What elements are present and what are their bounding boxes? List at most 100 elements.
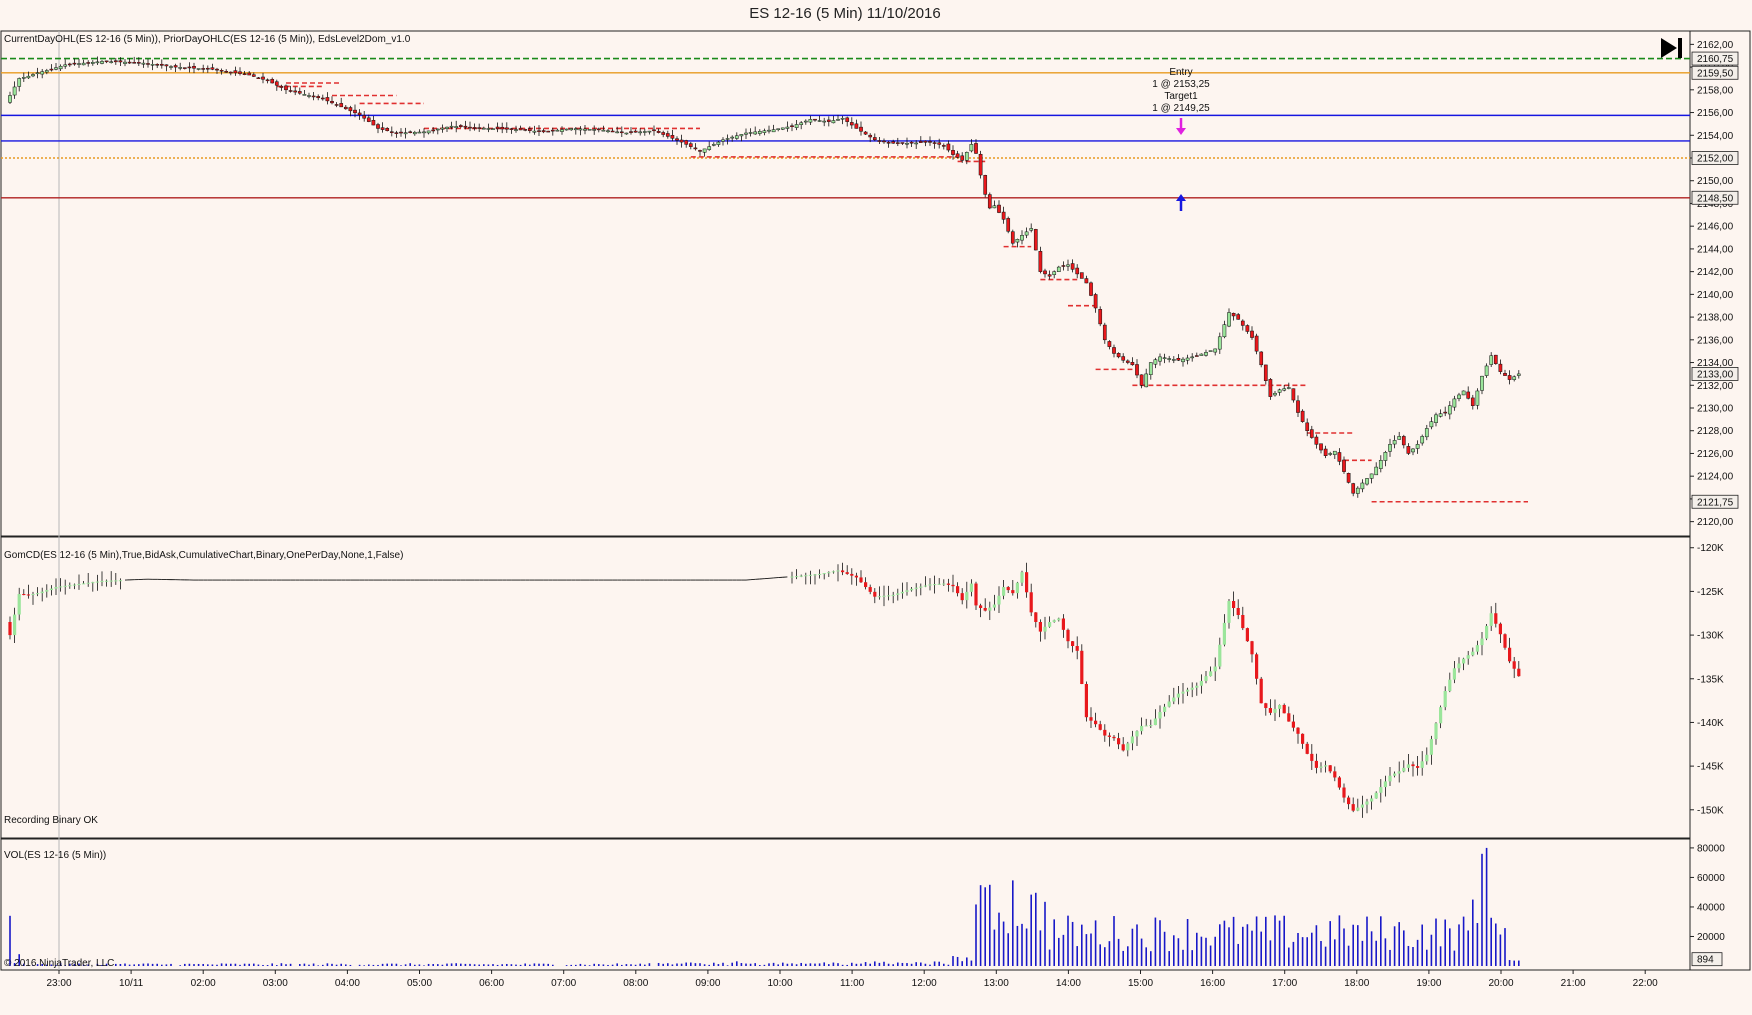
volume-bar <box>128 964 131 966</box>
price-candle-body <box>12 86 17 96</box>
delta-candle-body <box>1089 717 1093 721</box>
volume-bar <box>1113 916 1115 966</box>
volume-bar <box>722 962 724 966</box>
chart-canvas[interactable]: 2162,002160,002158,002156,002154,002152,… <box>0 0 1752 1015</box>
price-candle-body <box>1415 444 1420 449</box>
price-candle-body <box>1365 478 1369 485</box>
volume-bar <box>547 963 549 966</box>
delta-candle-body <box>946 583 950 585</box>
volume-bar <box>1357 925 1359 966</box>
trade-arrows <box>1176 118 1186 211</box>
volume-bar <box>1444 919 1446 966</box>
price-candle-body <box>1056 266 1061 272</box>
volume-bar <box>667 963 669 966</box>
price-candle-body <box>1369 473 1374 479</box>
price-candle-body <box>399 131 403 134</box>
price-candle-body <box>210 67 215 70</box>
price-candle-body <box>1388 444 1392 452</box>
time-tick-label: 10:00 <box>767 978 792 989</box>
volume-bar <box>285 964 287 966</box>
delta-candle-body <box>1153 718 1157 726</box>
price-candle-body <box>711 144 716 146</box>
price-candle-body <box>1378 460 1383 469</box>
price-candle-body <box>803 120 808 123</box>
delta-candle-body <box>1296 727 1300 734</box>
delta-axis: -120K -125K -130K -135K -140K -145K -150K <box>1690 543 1724 816</box>
time-tick-label: 15:00 <box>1128 978 1153 989</box>
volume-bar <box>1476 923 1479 966</box>
volume-bar <box>846 964 848 966</box>
price-candle-body <box>730 136 735 139</box>
volume-bar <box>1495 923 1497 966</box>
volume-bar <box>1453 950 1456 966</box>
price-candle-body <box>63 64 68 67</box>
delta-candle-body <box>1388 775 1392 782</box>
price-candle-body <box>564 128 569 131</box>
volume-bar <box>901 962 904 966</box>
price-tag-label: 2160,75 <box>1697 54 1734 65</box>
price-candle-body <box>1259 351 1264 366</box>
price-candle-body <box>951 150 955 155</box>
price-candle-body <box>647 130 652 133</box>
time-tick-label: 18:00 <box>1344 978 1369 989</box>
price-candle-body <box>1447 405 1452 415</box>
delta-candle-body <box>1006 587 1010 591</box>
delta-candle-body <box>1448 679 1452 691</box>
delta-candle-body <box>956 586 960 594</box>
volume-bar <box>1504 928 1506 966</box>
price-candle-body <box>1139 374 1144 386</box>
volume-bar <box>584 964 586 966</box>
price-candle-body <box>1360 482 1365 490</box>
volume-bar <box>391 963 393 966</box>
price-candle-body <box>215 68 219 71</box>
volume-bar <box>1186 919 1189 966</box>
volume-bar <box>680 963 683 966</box>
delta-candle-body <box>1158 711 1162 719</box>
delta-candle-body <box>1351 804 1355 811</box>
price-candle-body <box>178 67 183 69</box>
price-candle-body <box>1107 341 1112 347</box>
price-candle-body <box>518 127 523 131</box>
delta-candle-body <box>1002 587 1006 596</box>
volume-bar <box>386 963 388 966</box>
price-candle-body <box>1406 446 1411 454</box>
price-candle-body <box>587 128 592 131</box>
volume-bar <box>487 964 490 966</box>
delta-candle-body <box>1360 804 1364 808</box>
price-candle-body <box>86 62 91 64</box>
price-candle-body <box>159 63 164 66</box>
volume-bar <box>1122 950 1124 966</box>
scroll-to-end-button[interactable] <box>1661 38 1682 58</box>
volume-bar <box>538 963 540 966</box>
price-candle-body <box>100 61 104 64</box>
price-candle-body <box>665 133 670 137</box>
volume-bar <box>1214 936 1216 966</box>
price-candle-body <box>541 130 546 133</box>
price-candle-body <box>928 141 932 143</box>
price-candle-body <box>702 148 707 153</box>
delta-candle-body <box>1098 724 1102 730</box>
volume-bar <box>326 963 329 966</box>
volume-bar <box>1173 935 1175 966</box>
price-candle-body <box>1125 360 1130 363</box>
price-candle-body <box>891 141 896 144</box>
price-candle-body <box>233 70 238 74</box>
price-candle-body <box>491 128 495 130</box>
time-axis: 23:00 10/11 02:00 03:00 04:00 05:00 06:00 07:00… <box>46 970 1658 989</box>
volume-bar <box>575 964 577 966</box>
volume-bar <box>763 964 766 966</box>
delta-candle-body <box>1130 736 1134 744</box>
price-candle-body <box>831 120 836 124</box>
volume-tag-label: 894 <box>1697 955 1714 966</box>
delta-candle-body <box>1393 773 1397 776</box>
price-candle-body <box>1277 389 1282 393</box>
price-candle-body <box>808 119 813 123</box>
price-candle-body <box>1498 363 1503 372</box>
delta-candle-body <box>992 604 996 608</box>
delta-candle-body <box>1439 707 1443 724</box>
delta-candle-body <box>63 585 67 587</box>
delta-candle-body <box>1245 628 1249 642</box>
volume-bar <box>1389 949 1391 966</box>
delta-candle-body <box>1287 713 1291 722</box>
volume-bar <box>1030 894 1032 966</box>
